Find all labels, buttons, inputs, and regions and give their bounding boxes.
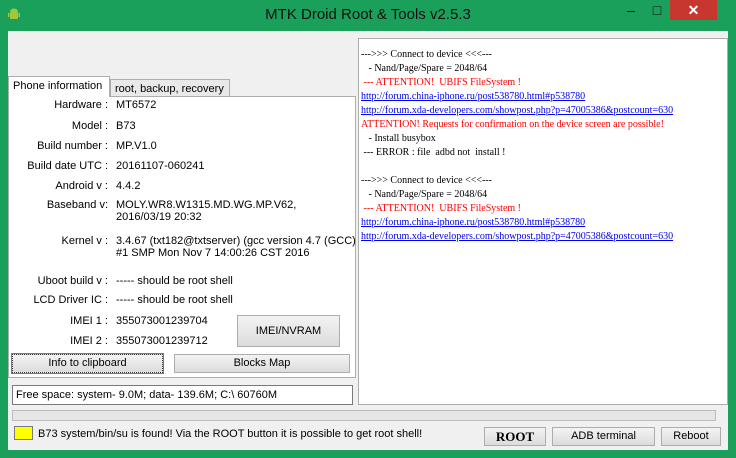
kernel-label: Kernel v : (61, 235, 108, 247)
hardware-value: MT6572 (116, 99, 157, 111)
android-version-label: Android v : (55, 180, 108, 192)
blocks-map-button[interactable]: Blocks Map (174, 354, 350, 373)
root-button[interactable]: ROOT (484, 427, 546, 446)
imei1-value: 355073001239704 (116, 315, 208, 327)
build-number-value: MP.V1.0 (116, 140, 157, 152)
lcd-driver-value: ----- should be root shell (116, 294, 233, 306)
minimize-button[interactable]: – (618, 0, 644, 20)
reboot-button[interactable]: Reboot (661, 427, 721, 446)
log-line: - Install busybox (361, 133, 436, 144)
progress-bar (12, 410, 716, 421)
uboot-value: ----- should be root shell (116, 275, 233, 287)
title-bar: MTK Droid Root & Tools v2.5.3 – □ ✕ (0, 0, 736, 31)
imei2-value: 355073001239712 (116, 335, 208, 347)
hardware-label: Hardware : (54, 99, 108, 111)
log-line: ATTENTION! Requests for confirmation on … (361, 119, 664, 130)
log-link[interactable]: http://forum.china-iphone.ru/post538780.… (361, 90, 727, 104)
status-text: B73 system/bin/su is found! Via the ROOT… (38, 428, 423, 440)
build-date-value: 20161107-060241 (116, 160, 205, 172)
log-line: --->>> Connect to device <<<--- (361, 49, 493, 60)
build-date-label: Build date UTC : (27, 160, 108, 172)
maximize-button[interactable]: □ (644, 0, 670, 20)
log-link[interactable]: http://forum.china-iphone.ru/post538780.… (361, 216, 727, 230)
log-line: --- ERROR : file adbd not install ! (361, 147, 506, 158)
uboot-label: Uboot build v : (37, 275, 108, 287)
baseband-label: Baseband v: (46, 199, 108, 211)
log-line: --- ATTENTION! UBIFS FileSystem ! (361, 203, 522, 214)
close-button[interactable]: ✕ (670, 0, 717, 20)
log-output[interactable]: --->>> Connect to device <<<--- - Nand/P… (358, 38, 728, 405)
adb-terminal-button[interactable]: ADB terminal (552, 427, 655, 446)
status-indicator (14, 426, 33, 440)
model-label: Model : (71, 120, 108, 132)
log-link[interactable]: http://forum.xda-developers.com/showpost… (361, 104, 727, 118)
log-line: --- ATTENTION! UBIFS FileSystem ! (361, 77, 522, 88)
kernel-value-line2: #1 SMP Mon Nov 7 14:00:26 CST 2016 (116, 247, 310, 259)
free-space-field: Free space: system- 9.0M; data- 139.6M; … (12, 385, 353, 405)
imei2-label: IMEI 2 : (70, 335, 108, 347)
lcd-driver-label: LCD Driver IC : (33, 294, 108, 306)
baseband-value-line2: 2016/03/19 20:32 (116, 211, 202, 223)
log-link[interactable]: http://forum.xda-developers.com/showpost… (361, 230, 727, 244)
android-version-value: 4.4.2 (116, 180, 141, 192)
baseband-value-line1: MOLY.WR8.W1315.MD.WG.MP.V62, (116, 199, 297, 211)
info-to-clipboard-button[interactable]: Info to clipboard (11, 353, 164, 374)
log-line: --->>> Connect to device <<<--- (361, 175, 493, 186)
imei-nvram-button[interactable]: IMEI/NVRAM (237, 315, 340, 347)
log-line: - Nand/Page/Spare = 2048/64 (361, 189, 488, 200)
imei1-label: IMEI 1 : (70, 315, 108, 327)
log-line: - Nand/Page/Spare = 2048/64 (361, 63, 488, 74)
model-value: B73 (116, 120, 136, 132)
tab-phone-information[interactable]: Phone information (8, 76, 110, 97)
build-number-label: Build number : (37, 140, 108, 152)
kernel-value-line1: 3.4.67 (txt182@txtserver) (gcc version 4… (116, 235, 363, 247)
